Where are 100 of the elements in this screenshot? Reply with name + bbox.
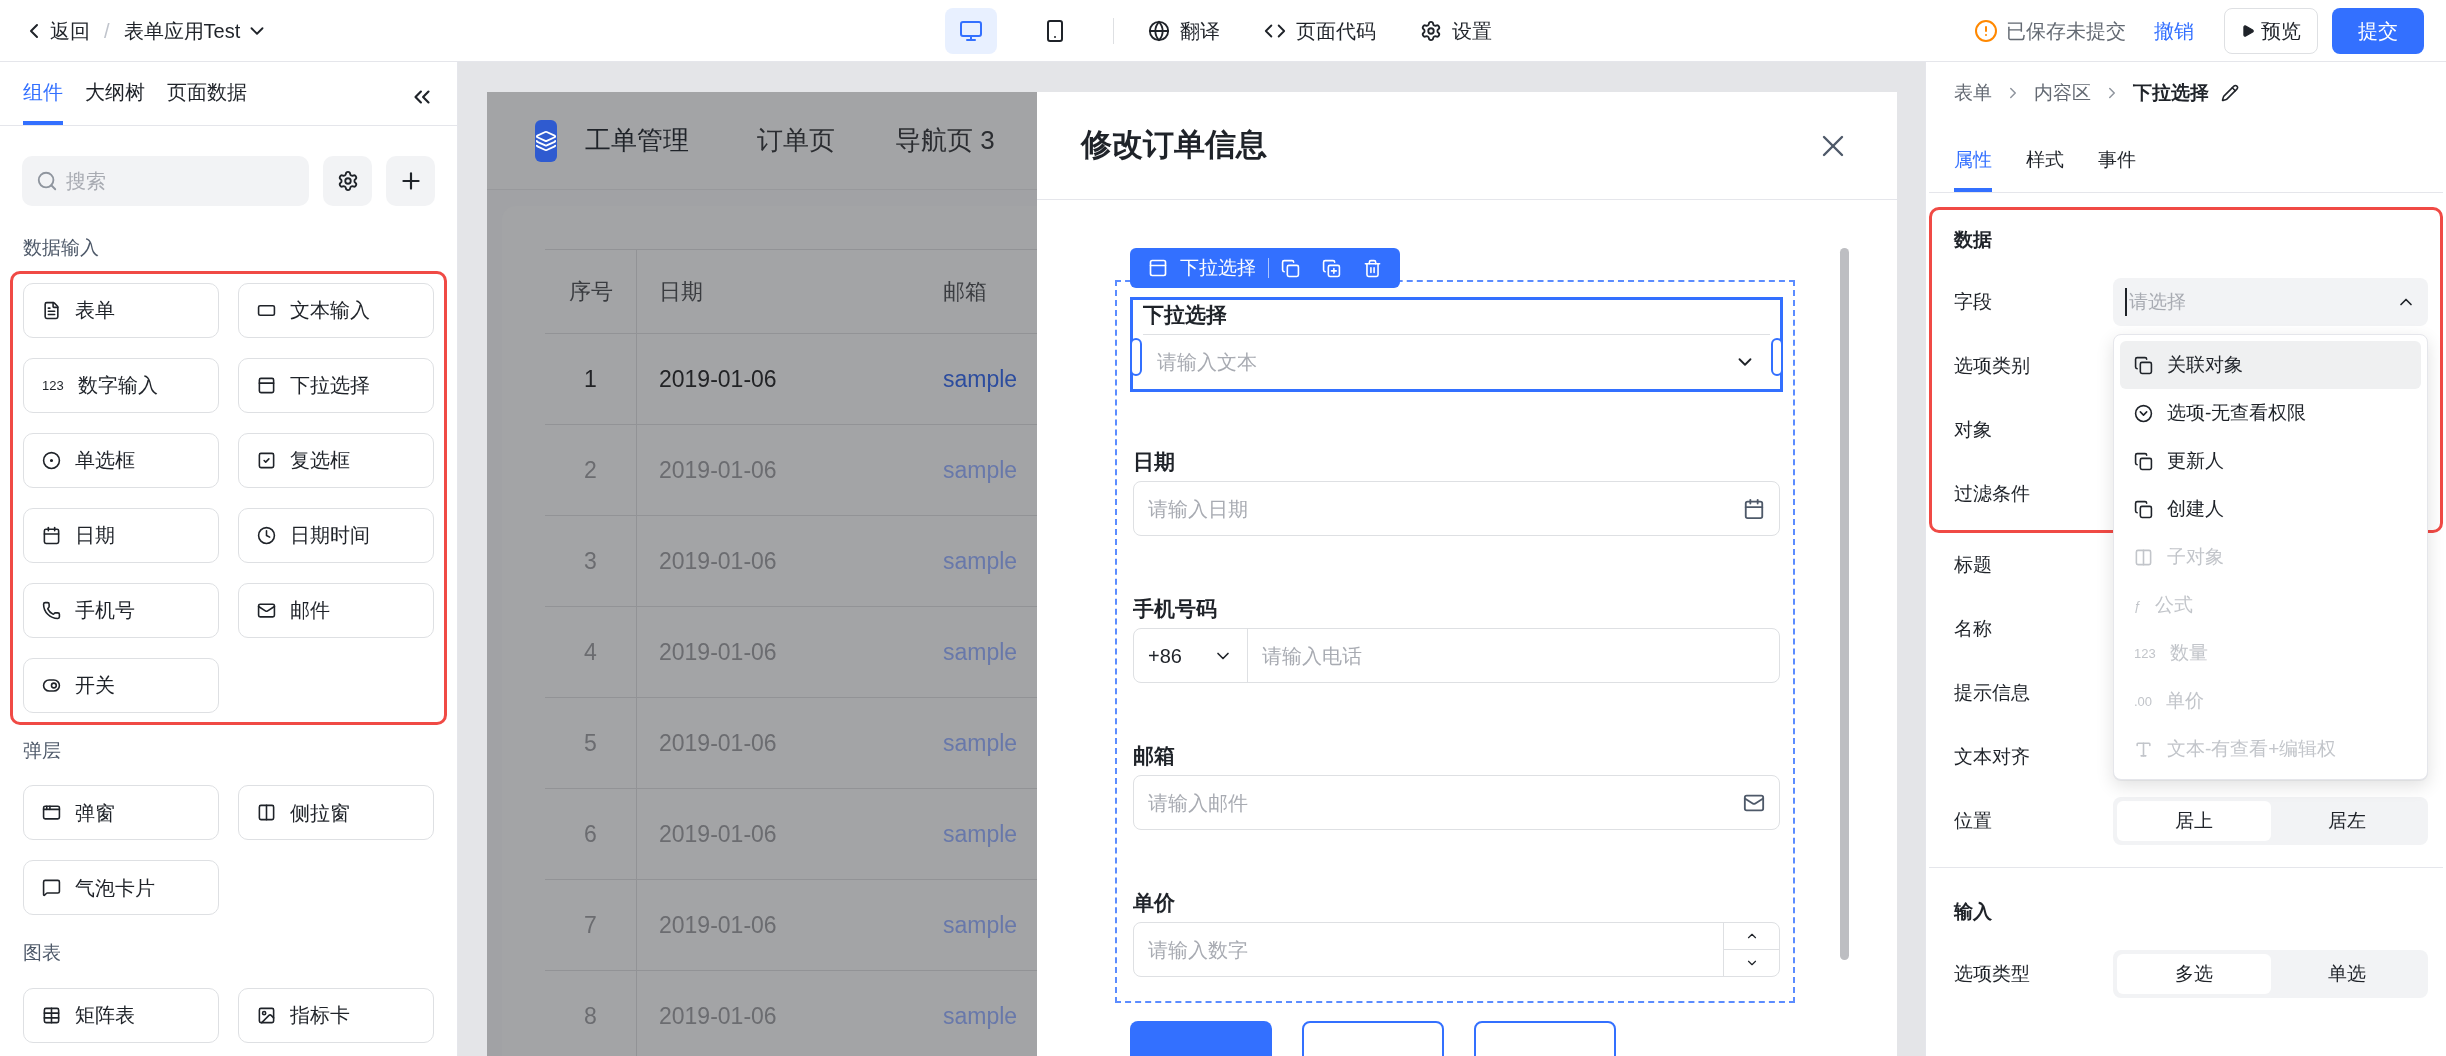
clock-icon [257, 525, 276, 545]
property-label: 名称 [1954, 616, 1993, 641]
component-item[interactable]: 开关 [23, 657, 219, 713]
table-cell: 8 [545, 971, 637, 1056]
copy-icon[interactable] [1281, 258, 1300, 278]
table-cell: 2 [545, 425, 637, 515]
selected-field-frame[interactable]: 下拉选择 请输入文本 [1130, 297, 1783, 392]
toolbar-button[interactable]: 设置 [1419, 15, 1492, 46]
property-label: 对象 [1954, 417, 1993, 442]
property-tab[interactable]: 样式 [2026, 145, 2064, 192]
placeholder-text: 请输入数字 [1148, 937, 1249, 963]
columns-icon [257, 803, 276, 822]
component-item[interactable]: 日期 [23, 507, 219, 563]
glyph-icon: 123 [42, 378, 64, 392]
placeholder-text: 请选择 [2125, 287, 2396, 317]
radio-icon [42, 450, 61, 470]
toolbar-button[interactable]: 翻译 [1147, 15, 1220, 46]
segment-option[interactable]: 居左 [2270, 801, 2424, 841]
device-toggle[interactable] [944, 7, 997, 54]
property-label: 位置 [1954, 808, 1993, 833]
property-label: 选项类型 [1954, 961, 2031, 986]
app-title: 工单管理 [585, 124, 689, 157]
component-item[interactable]: 弹窗 [23, 785, 219, 840]
component-item[interactable]: 单选框 [23, 432, 219, 488]
component-item[interactable]: 复选框 [238, 432, 434, 488]
section-title: 数据 [1954, 227, 1992, 252]
breadcrumb-item: 下拉选择 [2133, 80, 2209, 105]
trash-icon[interactable] [1363, 258, 1382, 278]
component-item[interactable]: 手机号 [23, 582, 219, 638]
nav-link[interactable]: 导航页 3 [895, 121, 995, 160]
table-cell-text: 2019-01-06 [658, 637, 778, 667]
component-item[interactable]: 表单 [23, 282, 219, 338]
panel-tab[interactable]: 大纲树 [85, 77, 145, 125]
pencil-icon[interactable] [2221, 84, 2239, 102]
placeholder-text: 请输入文本 [1157, 350, 1258, 375]
segmented-control[interactable]: 居上 居左 [2113, 797, 2428, 845]
placeholder-text: 搜索 [66, 169, 106, 194]
component-item[interactable]: 文本输入 [238, 282, 434, 338]
component-item[interactable]: 气泡卡片 [23, 860, 219, 915]
search-icon [36, 170, 58, 192]
placeholder-text: 请输入邮件 [1148, 790, 1249, 816]
add-button[interactable] [386, 156, 435, 206]
resize-handle[interactable] [1130, 338, 1142, 376]
calendar-icon [42, 525, 61, 545]
table-cell-text: 2019-01-06 [658, 546, 778, 576]
settings-icon [1419, 19, 1442, 42]
preview-button[interactable]: 预览 [2224, 7, 2318, 54]
table-cell: 3 [545, 516, 637, 606]
field-label: 邮箱 [1133, 743, 1176, 769]
table-cell-text: 2019-01-06 [658, 364, 778, 394]
segment-option[interactable]: 单选 [2270, 954, 2424, 994]
settings-icon [336, 170, 359, 192]
segment-option[interactable]: 居上 [2117, 801, 2271, 841]
glyph-icon: .00 [2134, 694, 2153, 708]
dropdown-option[interactable]: 创建人 [2120, 485, 2421, 533]
scrollbar[interactable] [1840, 248, 1849, 960]
type-icon [2134, 739, 2153, 759]
component-item[interactable]: 下拉选择 [238, 357, 434, 413]
checkbox-icon [257, 450, 276, 470]
property-tab[interactable]: 属性 [1954, 145, 1992, 192]
nav-link[interactable]: 订单页 [757, 121, 835, 160]
settings-button[interactable] [323, 156, 372, 206]
table-cell-text: 2019-01-06 [658, 728, 778, 758]
dropdown-option[interactable]: 关联对象 [2120, 341, 2421, 389]
toolbar-button[interactable]: 页面代码 [1263, 15, 1376, 46]
segmented-control[interactable]: 多选 单选 [2113, 950, 2428, 998]
footer-button[interactable] [1474, 1021, 1616, 1056]
property-label: 文本对齐 [1954, 744, 2031, 769]
duplicate-icon[interactable] [1322, 258, 1341, 278]
phone-icon [42, 600, 61, 620]
field-label: 手机号码 [1133, 596, 1218, 622]
toolbar-label: 下拉选择 [1180, 255, 1256, 280]
component-item[interactable]: 123 数字输入 [23, 357, 219, 413]
panel-tab[interactable]: 页面数据 [167, 77, 247, 125]
columns-icon [2134, 547, 2153, 567]
property-label: 字段 [1954, 289, 1993, 314]
component-item[interactable]: 日期时间 [238, 507, 434, 563]
back-button[interactable]: 返回 [22, 15, 90, 46]
component-item[interactable]: 邮件 [238, 582, 434, 638]
dropdown-option[interactable]: 选项-无查看权限 [2120, 389, 2421, 437]
property-tab[interactable]: 事件 [2098, 145, 2136, 192]
submit-button[interactable]: 提交 [2332, 7, 2424, 54]
component-item[interactable]: 侧拉窗 [238, 785, 434, 840]
undo-link[interactable]: 撤销 [2154, 15, 2194, 46]
component-item[interactable]: 指标卡 [238, 987, 434, 1043]
layout-icon [257, 375, 276, 395]
breadcrumb-item[interactable]: 内容区 [2034, 78, 2091, 108]
segment-option[interactable]: 多选 [2117, 954, 2271, 994]
footer-button[interactable] [1302, 1021, 1444, 1056]
dropdown-option[interactable]: 更新人 [2120, 437, 2421, 485]
group-title: 弹层 [22, 738, 62, 763]
panel-tab[interactable]: 组件 [23, 77, 63, 125]
column-header: 日期 [658, 278, 704, 306]
resize-handle[interactable] [1771, 338, 1783, 376]
table-icon [42, 1005, 61, 1025]
component-item[interactable]: 矩阵表 [23, 987, 219, 1043]
monitor-icon [958, 18, 983, 43]
breadcrumb-item[interactable]: 表单 [1954, 78, 1992, 108]
circle-chevron-icon [2134, 403, 2153, 423]
app-name-dropdown[interactable]: 表单应用Test [123, 15, 269, 46]
